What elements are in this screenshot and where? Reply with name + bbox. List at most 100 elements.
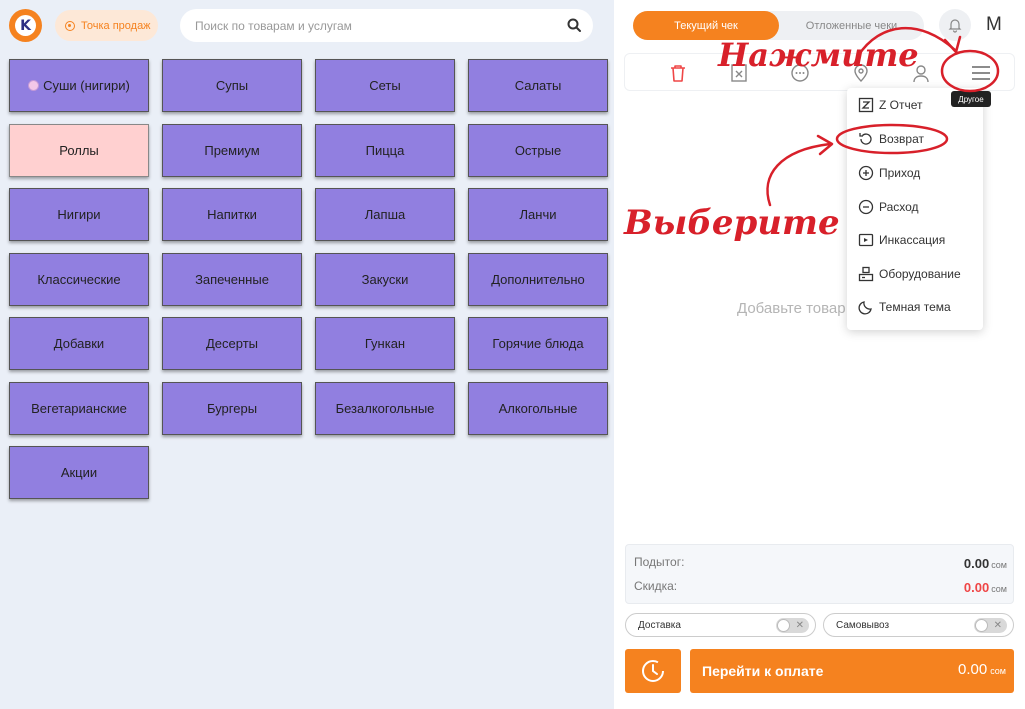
discount-label: Скидка: bbox=[634, 579, 678, 593]
category-button[interactable]: Напитки bbox=[162, 188, 302, 241]
category-label: Суши (нигири) bbox=[43, 78, 130, 93]
category-button[interactable]: Ланчи bbox=[468, 188, 608, 241]
user-initial[interactable]: M bbox=[986, 14, 1002, 36]
menu-item-return[interactable]: Возврат bbox=[858, 128, 924, 150]
menu-item-expense[interactable]: Расход bbox=[858, 196, 919, 218]
category-button[interactable]: Безалкогольные bbox=[315, 381, 455, 435]
category-image-icon bbox=[28, 80, 40, 91]
category-label: Супы bbox=[215, 78, 249, 93]
app-logo[interactable]: K bbox=[9, 9, 42, 42]
search-bar bbox=[180, 9, 593, 42]
subtotal-label: Подытог: bbox=[634, 555, 685, 569]
defer-receipt-button[interactable] bbox=[625, 649, 681, 693]
category-button[interactable]: Вегетарианские bbox=[9, 381, 149, 435]
search-icon[interactable] bbox=[566, 17, 583, 34]
trash-icon[interactable] bbox=[667, 62, 689, 84]
subtotal-value: 0.00 сом bbox=[963, 556, 1007, 571]
category-button[interactable]: Салаты bbox=[468, 59, 608, 112]
category-label: Безалкогольные bbox=[335, 400, 435, 416]
category-label: Добавки bbox=[53, 336, 105, 351]
category-label: Акции bbox=[60, 465, 98, 480]
category-button[interactable]: Острые bbox=[468, 123, 608, 177]
discount-value: 0.00 сом bbox=[963, 580, 1007, 595]
other-tooltip: Другое bbox=[951, 91, 991, 107]
logo-letter: K bbox=[15, 15, 36, 36]
category-label: Классические bbox=[37, 271, 121, 287]
category-button[interactable]: Роллы bbox=[9, 123, 149, 177]
category-button[interactable]: Нигири bbox=[9, 188, 149, 241]
category-button[interactable]: Сеты bbox=[315, 59, 455, 112]
category-button[interactable]: Алкогольные bbox=[468, 381, 608, 435]
payment-amount: 0.00 сом bbox=[958, 661, 1006, 678]
payment-label: Перейти к оплате bbox=[702, 663, 824, 679]
location-icon bbox=[65, 20, 75, 31]
annotation-press: Нажмите bbox=[718, 36, 919, 74]
pickup-toggle[interactable]: Самовывоз ✕ bbox=[823, 613, 1014, 637]
category-label: Нигири bbox=[57, 207, 101, 222]
hamburger-menu-icon[interactable] bbox=[970, 62, 992, 84]
category-button[interactable]: Суши (нигири) bbox=[9, 59, 149, 112]
pickup-label: Самовывоз bbox=[836, 619, 890, 631]
catalog-panel: K Точка продаж Суши (нигири) Супы Сеты Сала… bbox=[0, 0, 614, 709]
delivery-switch[interactable]: ✕ bbox=[776, 618, 809, 633]
category-label: Острые bbox=[514, 142, 562, 158]
category-button[interactable]: Запеченные bbox=[162, 252, 302, 306]
category-button[interactable]: Гункан bbox=[315, 317, 455, 370]
menu-item-equipment[interactable]: Оборудование bbox=[858, 263, 961, 285]
pickup-switch[interactable]: ✕ bbox=[974, 618, 1007, 633]
category-label: Сеты bbox=[369, 78, 401, 93]
receipt-panel: Текущий чек Отложенные чеки M Добавьте т… bbox=[614, 0, 1025, 709]
other-menu-dropdown: Z Отчет Возврат Приход Расход Инкассация… bbox=[847, 88, 983, 330]
category-grid: Суши (нигири) Супы Сеты Салаты Роллы Премиум П… bbox=[9, 59, 608, 499]
equipment-icon bbox=[858, 266, 874, 282]
category-button[interactable]: Акции bbox=[9, 446, 149, 499]
category-button[interactable]: Пицца bbox=[315, 123, 455, 177]
category-button[interactable]: Десерты bbox=[162, 317, 302, 370]
search-input[interactable] bbox=[195, 18, 555, 33]
minus-circle-icon bbox=[858, 199, 874, 215]
category-label: Дополнительно bbox=[491, 271, 585, 287]
category-label: Напитки bbox=[207, 207, 257, 222]
go-to-payment-button[interactable]: Перейти к оплате 0.00 сом bbox=[690, 649, 1014, 693]
category-label: Салаты bbox=[514, 78, 562, 93]
z-report-icon bbox=[858, 97, 874, 113]
category-button[interactable]: Добавки bbox=[9, 317, 149, 370]
menu-item-income[interactable]: Приход bbox=[858, 162, 920, 184]
menu-item-dark-theme[interactable]: Темная тема bbox=[858, 296, 951, 318]
category-label: Запеченные bbox=[195, 271, 269, 287]
delivery-label: Доставка bbox=[638, 619, 681, 631]
category-label: Десерты bbox=[205, 336, 258, 351]
plus-circle-icon bbox=[858, 165, 874, 181]
category-button[interactable]: Супы bbox=[162, 59, 302, 112]
category-label: Роллы bbox=[59, 142, 99, 158]
category-button[interactable]: Классические bbox=[9, 252, 149, 306]
category-label: Гункан bbox=[364, 336, 406, 351]
category-button[interactable]: Горячие блюда bbox=[468, 317, 608, 370]
category-button[interactable]: Закуски bbox=[315, 252, 455, 306]
bell-icon bbox=[948, 19, 962, 33]
category-label: Вегетарианские bbox=[31, 400, 127, 416]
notifications-button[interactable] bbox=[939, 9, 971, 41]
category-label: Закуски bbox=[361, 271, 409, 287]
timer-icon bbox=[642, 660, 664, 682]
category-button[interactable]: Лапша bbox=[315, 188, 455, 241]
category-button[interactable]: Бургеры bbox=[162, 381, 302, 435]
category-label: Бургеры bbox=[206, 400, 258, 416]
cash-collection-icon bbox=[858, 233, 874, 247]
category-label: Лапша bbox=[364, 207, 406, 222]
category-label: Пицца bbox=[365, 142, 405, 158]
annotation-choose: Выберите bbox=[624, 203, 840, 243]
point-of-sale-label: Точка продаж bbox=[81, 19, 151, 32]
point-of-sale-button[interactable]: Точка продаж bbox=[55, 10, 158, 41]
category-label: Ланчи bbox=[519, 207, 557, 222]
category-button[interactable]: Дополнительно bbox=[468, 252, 608, 306]
category-label: Премиум bbox=[204, 142, 260, 158]
category-button[interactable]: Премиум bbox=[162, 123, 302, 177]
return-icon bbox=[859, 133, 872, 145]
category-label: Алкогольные bbox=[498, 400, 578, 416]
menu-item-cash-collection[interactable]: Инкассация bbox=[858, 229, 945, 251]
delivery-toggle[interactable]: Доставка ✕ bbox=[625, 613, 816, 637]
empty-receipt-text: Добавьте товар bbox=[737, 300, 846, 317]
receipt-summary: Подытог: 0.00 сом Скидка: 0.00 сом bbox=[625, 544, 1014, 604]
menu-item-z-report[interactable]: Z Отчет bbox=[858, 94, 923, 116]
